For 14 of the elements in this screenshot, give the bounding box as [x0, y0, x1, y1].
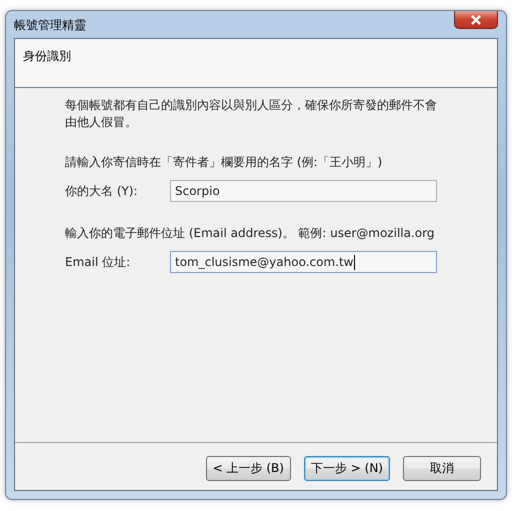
input-field[interactable]: tom_clusisme@yahoo.com.tw: [170, 251, 437, 273]
field-prompt: 請輸入你寄信時在「寄件者」欄要用的名字 (例:「王小明」): [65, 154, 384, 171]
page-title: 身份識別: [23, 49, 71, 63]
dialog-button[interactable]: 下一步 > (N): [304, 456, 390, 481]
field-label: 你的大名 (Y):: [65, 182, 139, 200]
dialog-button[interactable]: < 上一步 (B): [206, 456, 291, 481]
close-button[interactable]: [454, 11, 498, 29]
window-title: 帳號管理精靈: [14, 17, 86, 34]
close-icon: [469, 14, 483, 24]
input-field[interactable]: Scorpio: [170, 180, 437, 202]
intro-text: 每個帳號都有自己的識別內容以與別人區分，確保你所寄發的郵件不會由他人假冒。: [65, 97, 437, 131]
dialog-button[interactable]: 取消: [403, 456, 481, 481]
field-label: Email 位址:: [65, 254, 132, 270]
field-prompt: 輸入你的電子郵件位址 (Email address)。 範例: user@mozilla.org: [65, 225, 436, 242]
